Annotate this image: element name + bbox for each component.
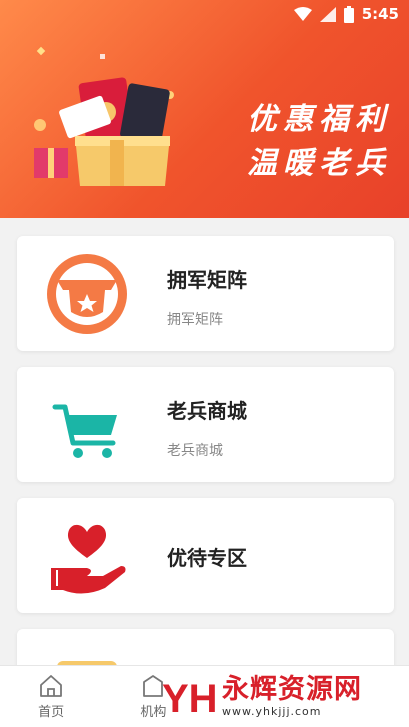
promo-banner[interactable]: 5:45 优惠福利 温暖老兵: [0, 0, 409, 218]
home-icon: [40, 674, 63, 697]
card-subtitle: 拥军矩阵: [167, 312, 223, 328]
banner-title-line2: 温暖老兵: [247, 146, 391, 181]
battery-icon: [343, 5, 354, 23]
tab-home[interactable]: 首页: [0, 666, 102, 727]
heart-hand-icon: [51, 524, 126, 594]
card-veteran-mall[interactable]: 老兵商城 老兵商城: [17, 367, 394, 482]
tab-label: 首页: [38, 704, 65, 720]
watermark-url: www.yhkjjj.com: [222, 704, 322, 718]
card-army-matrix[interactable]: 拥军矩阵 拥军矩阵: [17, 236, 394, 351]
card-title: 老兵商城: [167, 399, 247, 423]
watermark-logo: YH: [162, 677, 218, 720]
gift-box-illustration: [34, 46, 174, 186]
status-time: 5:45: [361, 5, 399, 23]
card-title: 优待专区: [167, 546, 247, 570]
watermark-name: 永辉资源网: [222, 673, 362, 705]
watermark-logo-text: YH: [162, 677, 218, 720]
wifi-icon: [293, 7, 312, 21]
card-preferential-zone[interactable]: 优待专区: [17, 498, 394, 613]
status-bar: 5:45: [0, 0, 409, 28]
watermark: YH 永辉资源网 www.yhkjjj.com: [160, 667, 405, 725]
shopping-cart-icon: [52, 404, 117, 458]
banner-title: 优惠福利 温暖老兵: [191, 98, 391, 186]
shield-star-icon: [47, 254, 127, 334]
signal-icon: [319, 6, 336, 22]
card-title: 拥军矩阵: [167, 268, 247, 292]
banner-title-line1: 优惠福利: [247, 102, 391, 137]
card-subtitle: 老兵商城: [167, 443, 223, 459]
